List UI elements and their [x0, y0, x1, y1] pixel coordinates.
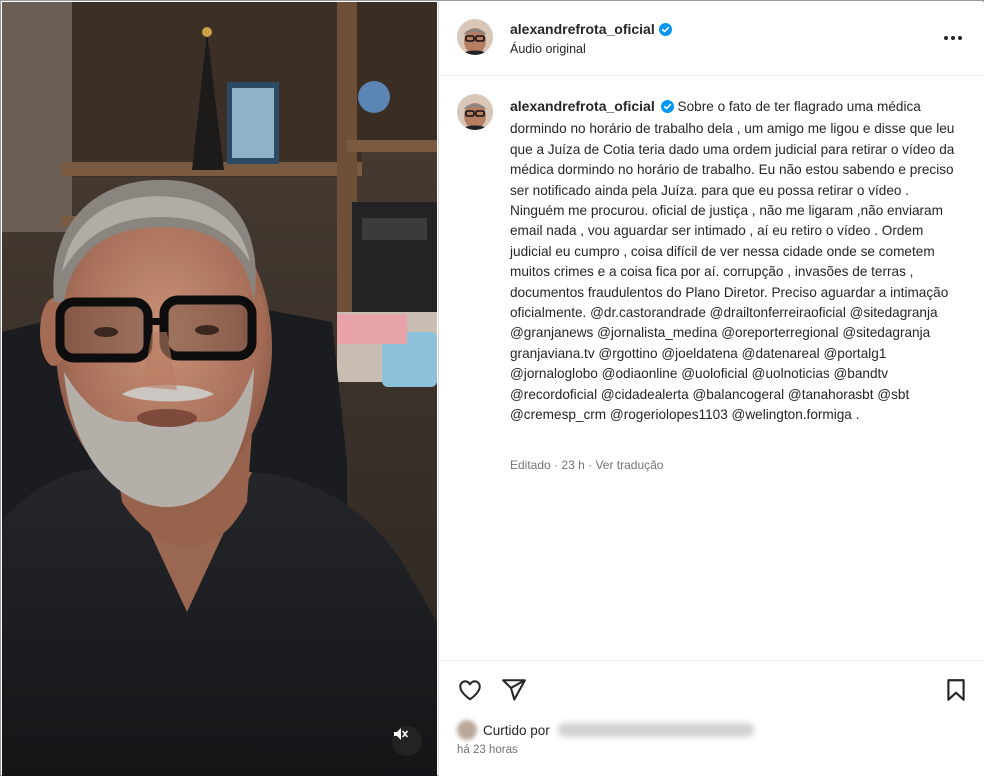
selfie-photo [2, 2, 437, 776]
send-icon [501, 679, 527, 707]
username-text: alexandrefrota_oficial [510, 21, 655, 37]
header-username[interactable]: alexandrefrota_oficial [510, 21, 672, 39]
more-horizontal-icon [944, 36, 948, 40]
avatar[interactable] [457, 19, 493, 55]
caption-meta: Editado · 23 h · Ver tradução [510, 458, 664, 472]
verified-badge-icon [658, 23, 672, 39]
post-details-panel: alexandrefrota_oficial Áudio original al [438, 2, 984, 776]
heart-icon [457, 680, 483, 707]
liked-by-label: Curtido por [483, 722, 550, 738]
caption-time[interactable]: 23 h [561, 458, 584, 472]
liked-by[interactable]: Curtido por [457, 718, 754, 742]
liked-by-names-blurred [557, 723, 754, 737]
verified-badge-icon [660, 99, 674, 119]
like-button[interactable] [457, 677, 483, 703]
liker-avatar [457, 720, 477, 740]
caption-avatar[interactable] [457, 94, 493, 130]
more-options-button[interactable] [941, 28, 965, 48]
edited-label: Editado [510, 458, 551, 472]
post-timestamp[interactable]: há 23 horas [457, 744, 518, 756]
post-window: alexandrefrota_oficial Áudio original al [0, 0, 984, 776]
action-bar [439, 660, 984, 716]
audio-label[interactable]: Áudio original [510, 42, 586, 56]
caption-body: Sobre o fato de ter flagrado uma médica … [510, 99, 955, 423]
post-video[interactable] [2, 2, 437, 776]
share-button[interactable] [501, 677, 527, 703]
post-header: alexandrefrota_oficial Áudio original [439, 2, 984, 76]
save-button[interactable] [943, 677, 969, 703]
bookmark-icon [943, 679, 969, 707]
mute-button[interactable] [392, 726, 422, 756]
caption-text: alexandrefrota_oficial Sobre o fato de t… [510, 96, 958, 426]
caption-username[interactable]: alexandrefrota_oficial [510, 98, 655, 114]
see-translation-link[interactable]: Ver tradução [595, 458, 663, 472]
